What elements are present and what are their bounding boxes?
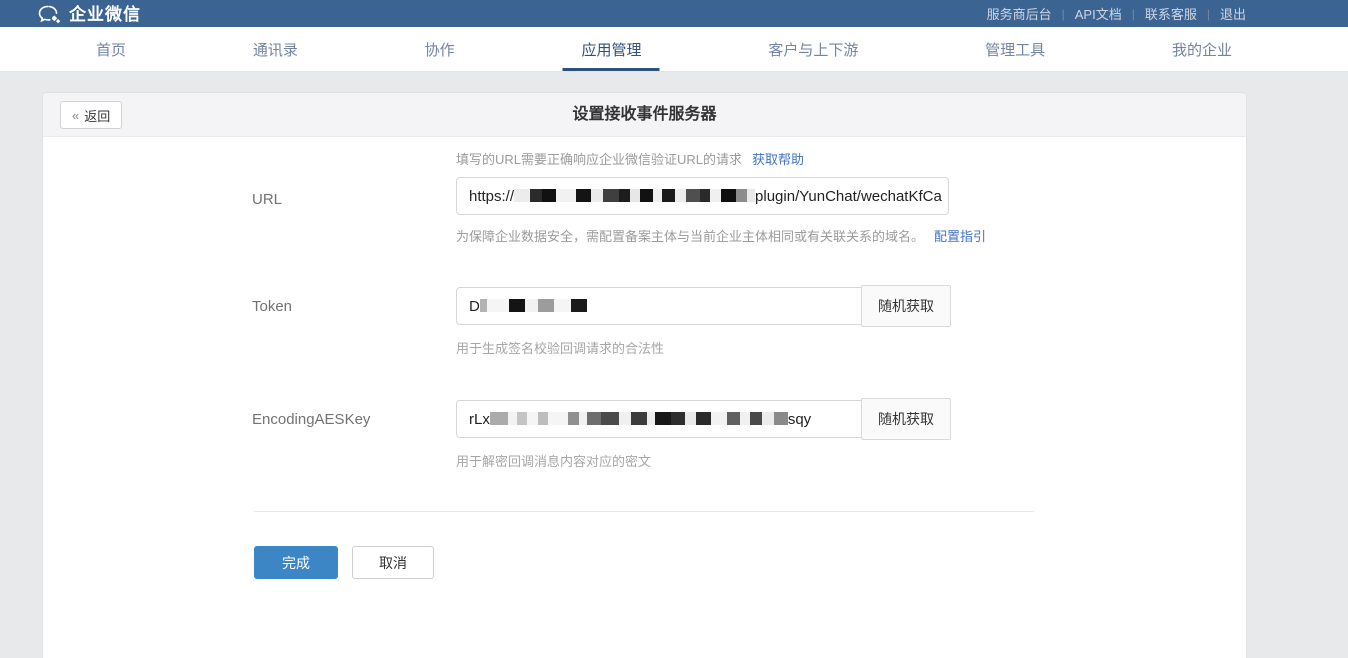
url-label: URL: [252, 150, 456, 246]
token-input[interactable]: D: [456, 287, 862, 325]
nav-tab-contacts[interactable]: 通讯录: [247, 27, 304, 71]
brand-logo[interactable]: 企业微信: [38, 0, 141, 27]
separator: |: [1132, 7, 1135, 21]
panel-header: « 返回 设置接收事件服务器: [43, 93, 1246, 137]
main-nav: 首页 通讯录 协作 应用管理 客户与上下游 管理工具 我的企业: [0, 27, 1348, 72]
url-row: URL 填写的URL需要正确响应企业微信验证URL的请求获取帮助 https:/…: [252, 150, 1246, 246]
url-value-suffix: plugin/YunChat/wechatKfCa: [755, 188, 942, 205]
url-help-text: 填写的URL需要正确响应企业微信验证URL的请求: [456, 152, 742, 167]
cancel-button[interactable]: 取消: [352, 546, 434, 579]
aeskey-redacted-value: [490, 411, 788, 428]
nav-tab-collaboration[interactable]: 协作: [419, 27, 461, 71]
aeskey-value-suffix: sqy: [788, 411, 811, 428]
settings-panel: « 返回 设置接收事件服务器 URL 填写的URL需要正确响应企业微信验证URL…: [43, 93, 1246, 658]
separator: |: [1207, 7, 1210, 21]
separator: |: [1062, 7, 1065, 21]
token-redacted-value: [480, 298, 587, 315]
url-note: 为保障企业数据安全，需配置备案主体与当前企业主体相同或有关联关系的域名。配置指引: [456, 227, 986, 246]
url-redacted-value: [514, 188, 755, 205]
token-row: Token D 随机获取 用于生成签名校验回调请求的合法性: [252, 287, 1246, 358]
nav-tab-app-management[interactable]: 应用管理: [575, 27, 647, 71]
topbar-link-provider-console[interactable]: 服务商后台: [987, 4, 1052, 23]
divider: [254, 511, 1034, 512]
wework-bubble-icon: [38, 5, 62, 27]
topbar: 企业微信 服务商后台 | API文档 | 联系客服 | 退出: [0, 0, 1348, 27]
back-button[interactable]: « 返回: [60, 101, 122, 129]
nav-tab-admin-tools[interactable]: 管理工具: [979, 27, 1051, 71]
token-field-group: D 随机获取 用于生成签名校验回调请求的合法性: [456, 287, 951, 358]
aeskey-row: EncodingAESKey rLx sqy 随机获取 用于解密回调消息内容对应的…: [252, 400, 1246, 471]
url-note-text: 为保障企业数据安全，需配置备案主体与当前企业主体相同或有关联关系的域名。: [456, 229, 924, 244]
topbar-link-api-docs[interactable]: API文档: [1075, 4, 1122, 23]
topbar-link-logout[interactable]: 退出: [1220, 4, 1246, 23]
aeskey-value-prefix: rLx: [469, 411, 490, 428]
aeskey-input[interactable]: rLx sqy: [456, 400, 862, 438]
topbar-links: 服务商后台 | API文档 | 联系客服 | 退出: [987, 4, 1246, 23]
config-guide-link[interactable]: 配置指引: [934, 229, 986, 244]
brand-name: 企业微信: [69, 2, 141, 27]
aeskey-field-group: rLx sqy 随机获取 用于解密回调消息内容对应的密文: [456, 400, 951, 471]
aeskey-help: 用于解密回调消息内容对应的密文: [456, 452, 951, 471]
submit-button[interactable]: 完成: [254, 546, 338, 579]
url-field-group: 填写的URL需要正确响应企业微信验证URL的请求获取帮助 https:// plu…: [456, 150, 986, 246]
nav-tab-home[interactable]: 首页: [90, 27, 132, 71]
url-input[interactable]: https:// plugin/YunChat/wechatKfCa: [456, 177, 949, 215]
token-random-button[interactable]: 随机获取: [861, 285, 951, 327]
token-label: Token: [252, 287, 456, 358]
token-value-prefix: D: [469, 298, 480, 315]
aeskey-random-button[interactable]: 随机获取: [861, 398, 951, 440]
get-help-link[interactable]: 获取帮助: [752, 152, 804, 167]
token-input-group: D 随机获取: [456, 287, 951, 327]
token-help: 用于生成签名校验回调请求的合法性: [456, 339, 951, 358]
aeskey-label: EncodingAESKey: [252, 400, 456, 471]
action-buttons: 完成 取消: [254, 546, 1246, 579]
page-title: 设置接收事件服务器: [43, 93, 1246, 137]
nav-tab-customers[interactable]: 客户与上下游: [762, 27, 864, 71]
nav-tab-my-company[interactable]: 我的企业: [1166, 27, 1238, 71]
url-help-top: 填写的URL需要正确响应企业微信验证URL的请求获取帮助: [456, 150, 986, 169]
chevron-left-icon: «: [72, 108, 79, 123]
back-button-label: 返回: [84, 106, 110, 125]
form: URL 填写的URL需要正确响应企业微信验证URL的请求获取帮助 https:/…: [43, 137, 1246, 579]
aeskey-input-group: rLx sqy 随机获取: [456, 400, 951, 440]
url-value-prefix: https://: [469, 188, 514, 205]
topbar-link-contact-support[interactable]: 联系客服: [1145, 4, 1197, 23]
